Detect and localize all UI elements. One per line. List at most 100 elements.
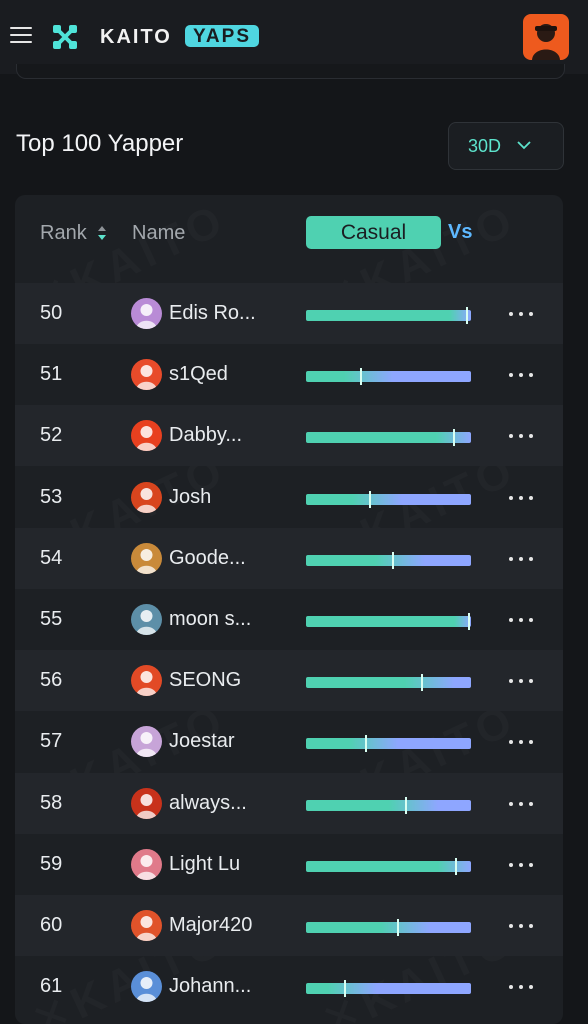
more-options-icon[interactable]: [509, 924, 533, 929]
row-username[interactable]: always...: [169, 792, 247, 815]
table-row[interactable]: 59 Light Lu: [15, 834, 563, 895]
yaps-badge: YAPS: [185, 25, 259, 47]
row-rank: 58: [40, 791, 63, 814]
table-header: Rank Name Casual Vs: [15, 195, 563, 275]
vs-label[interactable]: Vs: [448, 221, 472, 244]
score-marker: [405, 796, 407, 814]
row-avatar[interactable]: [131, 298, 162, 329]
score-marker: [365, 735, 367, 753]
more-options-icon[interactable]: [509, 373, 533, 378]
row-rank: 50: [40, 302, 63, 324]
brand-name: KAITO: [100, 26, 172, 48]
row-avatar[interactable]: [131, 787, 162, 819]
row-avatar[interactable]: [131, 848, 162, 880]
more-options-icon[interactable]: [509, 801, 533, 807]
row-avatar[interactable]: [131, 726, 162, 758]
row-avatar[interactable]: [131, 542, 162, 574]
row-rank: 53: [40, 485, 63, 508]
table-row[interactable]: 54 Goode...: [15, 527, 563, 589]
table-row[interactable]: 61 Johann...: [15, 956, 563, 1017]
score-marker: [468, 613, 470, 630]
row-rank: 52: [40, 424, 63, 447]
score-marker: [360, 368, 362, 386]
casual-vs-bar: [306, 551, 471, 569]
casual-vs-bar: [306, 674, 471, 692]
row-rank: 54: [40, 546, 63, 569]
more-options-icon[interactable]: [509, 312, 533, 317]
row-rank: 59: [40, 852, 63, 875]
casual-vs-bar: [306, 307, 471, 324]
casual-toggle[interactable]: Casual: [306, 216, 441, 249]
casual-vs-bar: [306, 429, 471, 447]
more-options-icon[interactable]: [509, 862, 533, 868]
table-row[interactable]: 58 always...: [15, 772, 563, 834]
top-navbar: KAITO YAPS: [0, 0, 588, 74]
leaderboard-panel: ✕KAITO ✕KAITO ✕KAITO ✕KAITO ✕KAITO ✕KAIT…: [15, 195, 563, 1024]
row-username[interactable]: SEONG: [169, 669, 241, 692]
score-marker: [369, 490, 371, 508]
score-marker: [397, 919, 399, 936]
table-row[interactable]: 51 s1Qed: [15, 344, 563, 405]
row-rank: 61: [40, 975, 63, 998]
row-avatar[interactable]: [131, 359, 162, 391]
table-row[interactable]: 50 Edis Ro...: [15, 283, 563, 344]
score-marker: [455, 857, 457, 875]
kaito-logo-icon[interactable]: [52, 24, 78, 50]
row-username[interactable]: Goode...: [169, 547, 246, 570]
row-rank: 56: [40, 669, 63, 692]
row-username[interactable]: s1Qed: [169, 363, 228, 386]
row-avatar[interactable]: [131, 971, 162, 1003]
header-card-edge: [16, 64, 565, 79]
name-column-header: Name: [132, 222, 186, 244]
row-rank: 55: [40, 608, 63, 630]
row-username[interactable]: Dabby...: [169, 424, 242, 447]
casual-vs-bar: [306, 735, 471, 753]
row-username[interactable]: Edis Ro...: [169, 302, 256, 325]
row-username[interactable]: Josh: [169, 486, 211, 509]
casual-vs-bar: [306, 919, 471, 936]
row-rank: 60: [40, 914, 63, 936]
row-username[interactable]: Joestar: [169, 730, 235, 753]
page-title: Top 100 Yapper: [16, 130, 184, 157]
row-username[interactable]: Johann...: [169, 975, 251, 998]
row-avatar[interactable]: [131, 604, 162, 635]
period-label: 30D: [468, 136, 502, 156]
more-options-icon[interactable]: [509, 618, 533, 623]
score-marker: [453, 429, 455, 447]
sort-icon[interactable]: [97, 225, 107, 241]
table-row[interactable]: 57 Joestar: [15, 711, 563, 772]
period-dropdown[interactable]: 30D: [448, 122, 564, 170]
hamburger-menu-icon[interactable]: [10, 26, 32, 44]
user-avatar[interactable]: [523, 14, 569, 60]
table-row[interactable]: 52 Dabby...: [15, 405, 563, 467]
row-avatar[interactable]: [131, 481, 162, 513]
more-options-icon[interactable]: [509, 434, 533, 439]
casual-vs-bar: [306, 980, 471, 998]
score-marker: [392, 551, 394, 569]
score-marker: [344, 980, 346, 998]
table-row[interactable]: 60 Major420: [15, 895, 563, 956]
row-username[interactable]: moon s...: [169, 608, 251, 631]
casual-vs-bar: [306, 490, 471, 508]
chevron-down-icon: [517, 141, 531, 150]
row-avatar[interactable]: [131, 420, 162, 452]
more-options-icon[interactable]: [509, 679, 533, 684]
casual-vs-bar: [306, 857, 471, 875]
row-username[interactable]: Light Lu: [169, 853, 240, 876]
table-row[interactable]: 56 SEONG: [15, 650, 563, 712]
table-row[interactable]: 55 moon s...: [15, 589, 563, 650]
rank-column-header[interactable]: Rank: [40, 222, 87, 245]
more-options-icon[interactable]: [509, 495, 533, 501]
score-marker: [421, 674, 423, 692]
casual-vs-bar: [306, 368, 471, 386]
more-options-icon[interactable]: [509, 740, 533, 745]
more-options-icon[interactable]: [509, 556, 533, 562]
row-rank: 51: [40, 363, 63, 386]
more-options-icon[interactable]: [509, 985, 533, 990]
row-username[interactable]: Major420: [169, 914, 252, 937]
row-avatar[interactable]: [131, 665, 162, 697]
table-row[interactable]: 53 Josh: [15, 467, 563, 528]
row-avatar[interactable]: [131, 910, 162, 941]
casual-vs-bar: [306, 613, 471, 630]
score-marker: [466, 307, 468, 324]
